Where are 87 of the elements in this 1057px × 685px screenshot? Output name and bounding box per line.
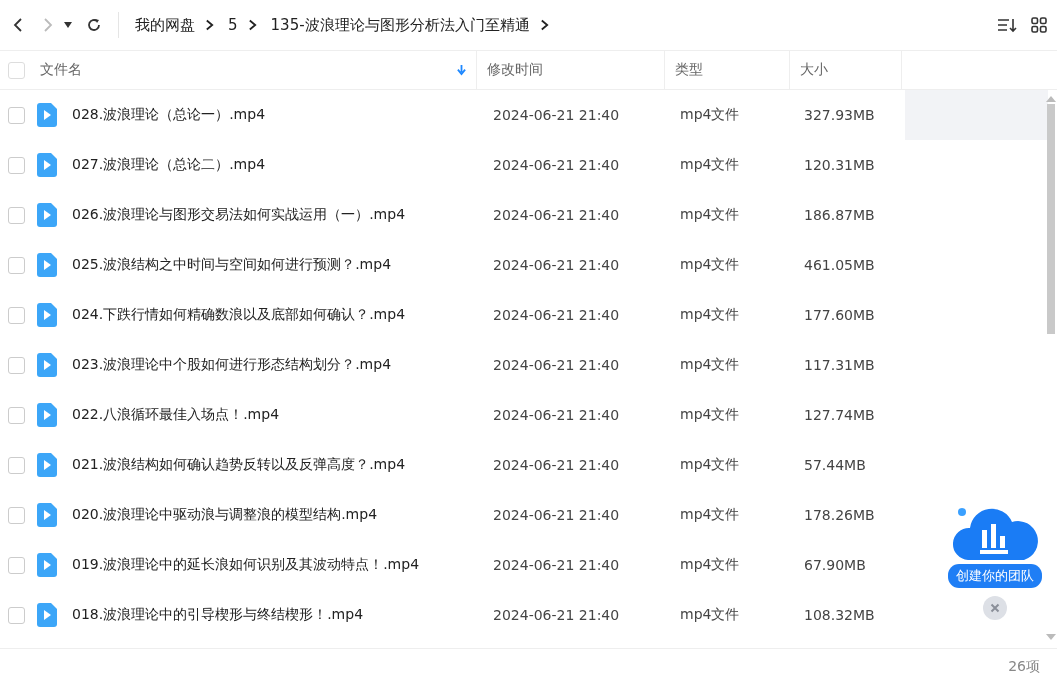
modified-time: 2024-06-21 21:40 bbox=[493, 307, 620, 323]
breadcrumb-item[interactable]: 我的网盘 bbox=[135, 15, 195, 35]
scroll-up-icon[interactable] bbox=[1046, 94, 1056, 102]
file-type: mp4文件 bbox=[680, 356, 740, 374]
file-size: 57.44MB bbox=[804, 457, 866, 473]
row-checkbox[interactable] bbox=[8, 256, 25, 274]
file-type: mp4文件 bbox=[680, 556, 740, 574]
video-file-icon bbox=[37, 203, 57, 227]
file-name[interactable]: 019.波浪理论中的延长浪如何识别及其波动特点！.mp4 bbox=[72, 556, 420, 574]
file-type: mp4文件 bbox=[680, 606, 740, 624]
file-name[interactable]: 028.波浪理论（总论一）.mp4 bbox=[72, 106, 266, 124]
modified-time: 2024-06-21 21:40 bbox=[493, 207, 620, 223]
row-checkbox[interactable] bbox=[8, 356, 25, 374]
breadcrumb-item[interactable]: 135-波浪理论与图形分析法入门至精通 bbox=[270, 15, 530, 35]
column-header[interactable]: 大小 bbox=[800, 61, 901, 79]
file-type: mp4文件 bbox=[680, 406, 740, 424]
dropdown-icon[interactable] bbox=[64, 22, 72, 28]
file-type: mp4文件 bbox=[680, 106, 740, 124]
video-file-icon bbox=[37, 253, 57, 277]
file-name[interactable]: 022.八浪循环最佳入场点！.mp4 bbox=[72, 406, 280, 424]
video-file-icon bbox=[37, 103, 57, 127]
file-type: mp4文件 bbox=[680, 456, 740, 474]
modified-time: 2024-06-21 21:40 bbox=[493, 157, 620, 173]
video-file-icon bbox=[37, 303, 57, 327]
row-checkbox[interactable] bbox=[8, 606, 25, 624]
file-type: mp4文件 bbox=[680, 256, 740, 274]
row-checkbox[interactable] bbox=[8, 406, 25, 424]
file-name[interactable]: 020.波浪理论中驱动浪与调整浪的模型结构.mp4 bbox=[72, 506, 378, 524]
column-header[interactable]: 类型 bbox=[675, 61, 789, 79]
chevron-right-icon bbox=[247, 19, 257, 31]
column-header[interactable]: 文件名 bbox=[40, 61, 466, 79]
row-checkbox[interactable] bbox=[8, 206, 25, 224]
file-size: 186.87MB bbox=[804, 207, 875, 223]
row-checkbox[interactable] bbox=[8, 506, 25, 524]
file-name[interactable]: 027.波浪理论（总论二）.mp4 bbox=[72, 156, 266, 174]
modified-time: 2024-06-21 21:40 bbox=[493, 457, 620, 473]
file-type: mp4文件 bbox=[680, 156, 740, 174]
file-type: mp4文件 bbox=[680, 306, 740, 324]
file-size: 108.32MB bbox=[804, 607, 875, 623]
video-file-icon bbox=[37, 353, 57, 377]
modified-time: 2024-06-21 21:40 bbox=[493, 257, 620, 273]
close-icon[interactable] bbox=[983, 596, 1007, 620]
file-name[interactable]: 018.波浪理论中的引导楔形与终结楔形！.mp4 bbox=[72, 606, 364, 624]
modified-time: 2024-06-21 21:40 bbox=[493, 607, 620, 623]
file-name[interactable]: 026.波浪理论与图形交易法如何实战运用（一）.mp4 bbox=[72, 206, 406, 224]
select-all-checkbox[interactable] bbox=[8, 61, 25, 79]
row-checkbox[interactable] bbox=[8, 556, 25, 574]
column-header[interactable]: 修改时间 bbox=[487, 61, 664, 79]
video-file-icon bbox=[37, 403, 57, 427]
sort-icon[interactable] bbox=[997, 17, 1017, 33]
file-size: 120.31MB bbox=[804, 157, 875, 173]
file-size: 117.31MB bbox=[804, 357, 875, 373]
file-name[interactable]: 025.波浪结构之中时间与空间如何进行预测？.mp4 bbox=[72, 256, 392, 274]
file-name[interactable]: 024.下跌行情如何精确数浪以及底部如何确认？.mp4 bbox=[72, 306, 406, 324]
row-checkbox[interactable] bbox=[8, 456, 25, 474]
breadcrumb-item[interactable]: 5 bbox=[228, 16, 238, 34]
chevron-right-icon bbox=[539, 19, 549, 31]
file-size: 127.74MB bbox=[804, 407, 875, 423]
file-name[interactable]: 021.波浪结构如何确认趋势反转以及反弹高度？.mp4 bbox=[72, 456, 406, 474]
video-file-icon bbox=[37, 553, 57, 577]
modified-time: 2024-06-21 21:40 bbox=[493, 557, 620, 573]
item-count: 26项 bbox=[1008, 658, 1040, 676]
chevron-right-icon bbox=[205, 19, 214, 31]
grid-view-icon[interactable] bbox=[1031, 17, 1047, 33]
row-checkbox[interactable] bbox=[8, 306, 25, 324]
file-size: 461.05MB bbox=[804, 257, 875, 273]
create-team-button[interactable]: 创建你的团队 bbox=[948, 564, 1042, 588]
file-size: 177.60MB bbox=[804, 307, 875, 323]
file-size: 327.93MB bbox=[804, 107, 875, 123]
modified-time: 2024-06-21 21:40 bbox=[493, 357, 620, 373]
file-type: mp4文件 bbox=[680, 506, 740, 524]
file-type: mp4文件 bbox=[680, 206, 740, 224]
modified-time: 2024-06-21 21:40 bbox=[493, 507, 620, 523]
video-file-icon bbox=[37, 453, 57, 477]
row-checkbox[interactable] bbox=[8, 106, 25, 124]
refresh-icon[interactable] bbox=[86, 17, 102, 33]
file-size: 67.90MB bbox=[804, 557, 866, 573]
video-file-icon bbox=[37, 603, 57, 627]
modified-time: 2024-06-21 21:40 bbox=[493, 407, 620, 423]
row-checkbox[interactable] bbox=[8, 156, 25, 174]
scroll-down-icon[interactable] bbox=[1046, 634, 1056, 642]
modified-time: 2024-06-21 21:40 bbox=[493, 107, 620, 123]
file-name[interactable]: 023.波浪理论中个股如何进行形态结构划分？.mp4 bbox=[72, 356, 392, 374]
video-file-icon bbox=[37, 503, 57, 527]
video-file-icon bbox=[37, 153, 57, 177]
sort-down-icon bbox=[457, 64, 466, 76]
file-size: 178.26MB bbox=[804, 507, 875, 523]
